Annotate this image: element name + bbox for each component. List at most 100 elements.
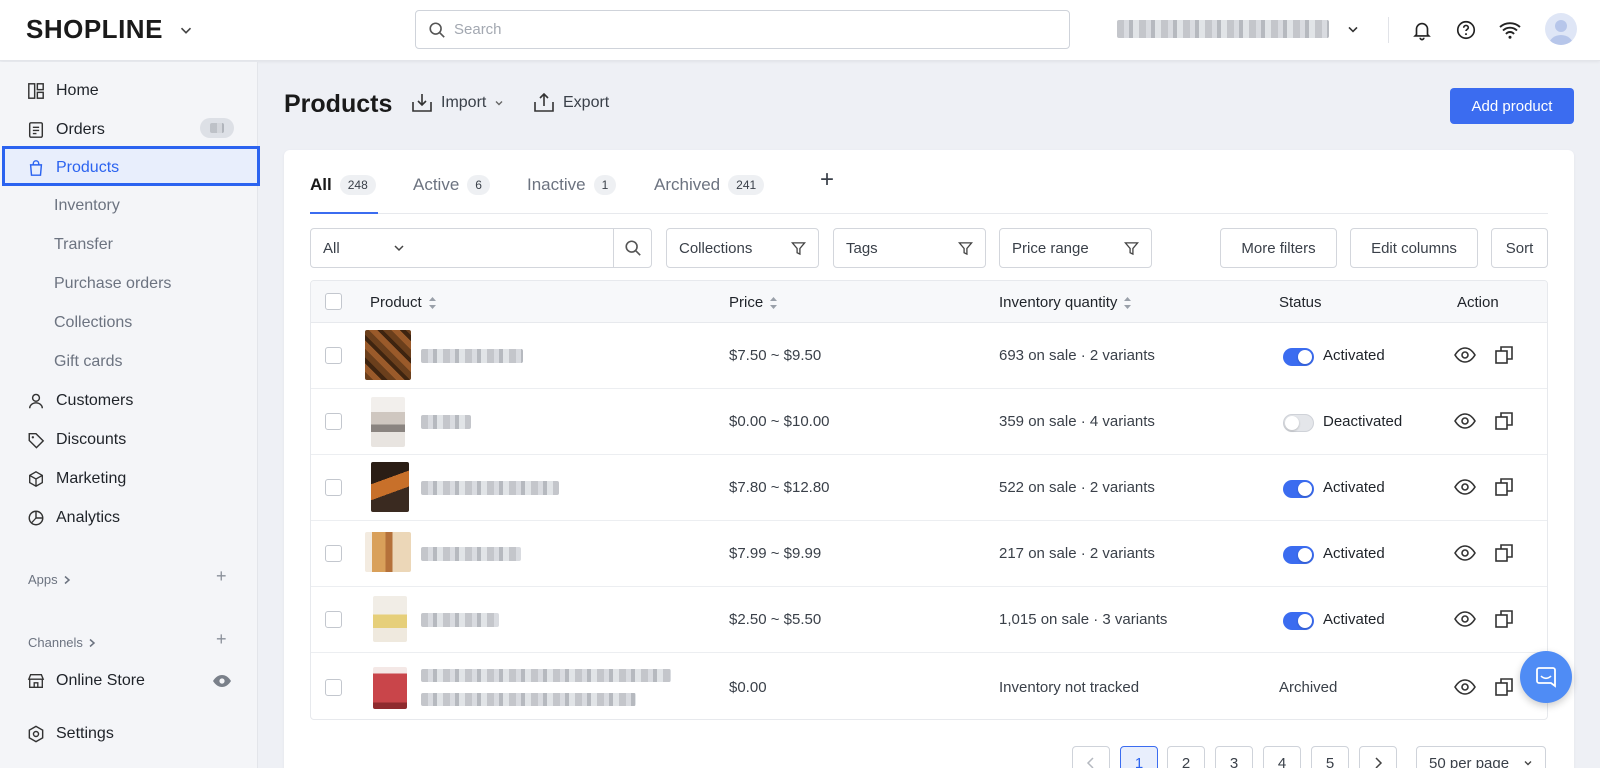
add-product-button[interactable]: Add product [1450,88,1574,124]
eye-icon[interactable] [212,672,232,695]
tab-active[interactable]: Active 6 [413,172,490,198]
sidebar-item-products[interactable]: Products [26,156,119,180]
filter-search-input[interactable] [417,228,614,268]
row-checkbox[interactable] [325,545,342,562]
row-checkbox[interactable] [325,679,342,696]
duplicate-icon[interactable] [1492,343,1516,367]
product-name-redacted[interactable] [421,693,636,706]
product-thumbnail[interactable] [365,532,411,572]
row-checkbox[interactable] [325,413,342,430]
sidebar-item-online-store[interactable]: Online Store [26,669,145,693]
apps-section-toggle[interactable]: Apps [28,572,72,587]
preview-eye-icon[interactable] [1453,343,1477,367]
pagination-prev-button[interactable] [1072,746,1110,768]
table-row[interactable]: $7.99 ~ $9.99 217 on sale · 2 variants A… [311,521,1547,587]
scope-select[interactable]: All [310,228,418,268]
sidebar-item-purchase-orders[interactable]: Purchase orders [54,275,171,293]
product-thumbnail[interactable] [365,330,411,380]
pagination-page-3[interactable]: 3 [1215,746,1253,768]
sidebar-item-analytics[interactable]: Analytics [26,506,120,530]
select-all-checkbox[interactable] [325,293,342,310]
sidebar-item-gift-cards[interactable]: Gift cards [54,353,122,371]
tab-archived[interactable]: Archived 241 [654,172,765,198]
product-thumbnail[interactable] [373,596,407,642]
table-row[interactable]: $0.00 Inventory not tracked Archived [311,653,1547,719]
duplicate-icon[interactable] [1492,607,1516,631]
avatar[interactable] [1545,13,1577,45]
duplicate-icon[interactable] [1492,475,1516,499]
sidebar-item-settings[interactable]: Settings [26,722,114,746]
status-toggle[interactable] [1283,480,1314,498]
import-button[interactable]: Import [411,93,504,113]
sidebar-item-customers[interactable]: Customers [26,389,133,413]
pagination-page-1[interactable]: 1 [1120,746,1158,768]
sidebar-item-transfer[interactable]: Transfer [54,236,113,254]
product-name-redacted[interactable] [421,349,523,363]
search-input[interactable] [454,21,1034,38]
status-toggle[interactable] [1283,546,1314,564]
help-icon[interactable] [1453,17,1479,43]
store-switcher[interactable] [1117,20,1361,38]
table-row[interactable]: $2.50 ~ $5.50 1,015 on sale · 3 variants… [311,587,1547,653]
sidebar-item-collections[interactable]: Collections [54,314,132,332]
tab-all[interactable]: All 248 [310,172,376,198]
column-product[interactable]: Product [370,294,437,311]
filter-search-button[interactable] [613,228,652,268]
channels-section-toggle[interactable]: Channels [28,635,97,650]
product-name-redacted[interactable] [421,669,671,682]
bell-icon[interactable] [1409,17,1435,43]
product-name-redacted[interactable] [421,613,499,627]
pagination-page-4[interactable]: 4 [1263,746,1301,768]
chat-support-button[interactable] [1520,651,1572,703]
status-toggle[interactable] [1283,612,1314,630]
duplicate-icon[interactable] [1492,409,1516,433]
status-toggle[interactable] [1283,414,1314,432]
wifi-icon[interactable] [1497,17,1523,43]
preview-eye-icon[interactable] [1453,409,1477,433]
table-row[interactable]: $7.80 ~ $12.80 522 on sale · 2 variants … [311,455,1547,521]
collections-filter[interactable]: Collections [666,228,819,268]
pagination-page-5[interactable]: 5 [1311,746,1349,768]
product-name-redacted[interactable] [421,481,559,495]
add-app-icon[interactable]: + [216,566,227,587]
sidebar-item-marketing[interactable]: Marketing [26,467,126,491]
row-checkbox[interactable] [325,479,342,496]
preview-eye-icon[interactable] [1453,475,1477,499]
preview-eye-icon[interactable] [1453,675,1477,699]
duplicate-icon[interactable] [1492,675,1516,699]
more-filters-button[interactable]: More filters [1220,228,1337,268]
edit-columns-button[interactable]: Edit columns [1350,228,1478,268]
product-thumbnail[interactable] [373,667,407,709]
price-range-filter[interactable]: Price range [999,228,1152,268]
table-row[interactable]: $0.00 ~ $10.00 359 on sale · 4 variants … [311,389,1547,455]
product-name-redacted[interactable] [421,547,521,561]
sidebar-item-home[interactable]: Home [26,79,99,103]
product-thumbnail[interactable] [371,397,405,447]
pagination-next-button[interactable] [1359,746,1397,768]
search-bar[interactable] [415,10,1070,49]
add-view-icon[interactable]: + [820,166,834,194]
add-channel-icon[interactable]: + [216,629,227,650]
sidebar-item-orders[interactable]: Orders [26,118,105,142]
preview-eye-icon[interactable] [1453,607,1477,631]
tab-inactive[interactable]: Inactive 1 [527,172,617,198]
table-row[interactable]: $7.50 ~ $9.50 693 on sale · 2 variants A… [311,323,1547,389]
pagination-page-2[interactable]: 2 [1167,746,1205,768]
sort-button[interactable]: Sort [1491,228,1548,268]
row-checkbox[interactable] [325,347,342,364]
preview-eye-icon[interactable] [1453,541,1477,565]
per-page-select[interactable]: 50 per page [1416,746,1546,768]
row-checkbox[interactable] [325,611,342,628]
product-thumbnail[interactable] [371,462,409,512]
column-inventory[interactable]: Inventory quantity [999,294,1132,311]
column-price[interactable]: Price [729,294,778,311]
brand-switcher[interactable]: SHOPLINE [26,14,195,45]
sidebar-item-discounts[interactable]: Discounts [26,428,126,452]
sidebar-item-inventory[interactable]: Inventory [54,197,120,215]
duplicate-icon[interactable] [1492,541,1516,565]
product-name-redacted[interactable] [421,415,471,429]
export-button[interactable]: Export [533,93,609,113]
status-toggle[interactable] [1283,348,1314,366]
sidebar-item-label: Marketing [56,470,127,487]
tags-filter[interactable]: Tags [833,228,986,268]
